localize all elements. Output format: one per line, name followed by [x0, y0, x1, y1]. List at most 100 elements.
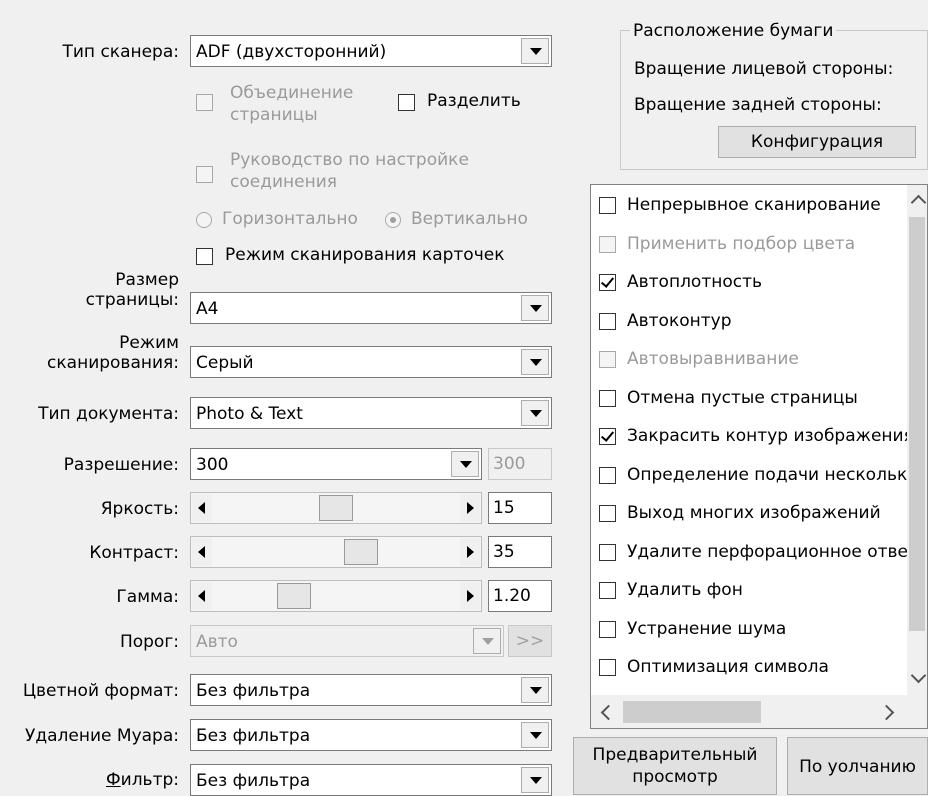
- option-checkbox[interactable]: [599, 274, 616, 291]
- moire-label: Удаление Муара:: [25, 726, 179, 746]
- chevron-down-icon[interactable]: [521, 677, 549, 703]
- connection-guide-checkbox[interactable]: [196, 166, 213, 183]
- horizontal-scrollbar[interactable]: [591, 695, 927, 728]
- brightness-slider[interactable]: [190, 492, 482, 524]
- option-label: Автоплотность: [627, 272, 763, 292]
- brightness-thumb[interactable]: [319, 495, 353, 521]
- option-checkbox[interactable]: [599, 389, 616, 407]
- gamma-slider[interactable]: [190, 580, 482, 612]
- merge-pages-checkbox[interactable]: [196, 94, 213, 111]
- filter-label: Фильтр:: [106, 770, 179, 790]
- option-label: Удалить фон: [627, 580, 743, 600]
- resolution-select[interactable]: 300: [190, 448, 482, 480]
- threshold-more-button[interactable]: >>: [508, 625, 552, 657]
- contrast-label: Контраст:: [89, 543, 179, 563]
- option-label: Удалите перфорационное отверстие: [627, 541, 928, 562]
- horizontal-label: Горизонтально: [222, 209, 358, 229]
- chevron-down-icon[interactable]: [521, 349, 549, 375]
- scroll-left-icon[interactable]: [192, 582, 212, 610]
- scroll-right-icon[interactable]: [460, 582, 480, 610]
- option-checkbox[interactable]: [599, 197, 616, 214]
- brightness-value[interactable]: 15: [488, 492, 552, 524]
- option-checkbox[interactable]: [599, 543, 616, 561]
- option-checkbox[interactable]: [599, 428, 616, 445]
- option-checkbox[interactable]: [599, 312, 616, 330]
- doc-type-select[interactable]: Photo & Text: [190, 397, 552, 429]
- scroll-left-icon[interactable]: [192, 538, 212, 566]
- option-checkbox[interactable]: [599, 466, 616, 484]
- option-label: Отмена пустые страницы: [627, 387, 858, 408]
- contrast-thumb[interactable]: [344, 539, 379, 565]
- chevron-down-icon[interactable]: [521, 400, 549, 426]
- option-label: Определение подачи нескольких: [627, 464, 928, 485]
- back-rotation-label: Вращение задней стороны:: [634, 95, 882, 115]
- color-format-label: Цветной формат:: [22, 681, 179, 701]
- contrast-slider[interactable]: [190, 536, 482, 568]
- option-label: Автоконтур: [627, 310, 732, 331]
- scan-mode-select[interactable]: Серый: [190, 346, 552, 378]
- horizontal-scroll-thumb[interactable]: [623, 701, 761, 723]
- scan-mode-label-1: Режим: [119, 333, 179, 353]
- scroll-left-icon[interactable]: [192, 494, 212, 522]
- filter-label-accel: Ф: [106, 770, 121, 790]
- scan-mode-value: Серый: [196, 353, 254, 373]
- chevron-down-icon[interactable]: [451, 451, 479, 477]
- option-label: Устранение шума: [627, 618, 787, 639]
- color-format-select[interactable]: Без фильтра: [190, 674, 552, 706]
- chevron-down-icon[interactable]: [521, 767, 549, 793]
- option-checkbox[interactable]: [599, 235, 616, 253]
- gamma-value[interactable]: 1.20: [488, 580, 552, 612]
- page-size-select[interactable]: A4: [190, 292, 552, 324]
- chevron-down-icon[interactable]: [521, 295, 549, 321]
- option-checkbox[interactable]: [599, 620, 616, 638]
- doc-type-label: Тип документа:: [38, 404, 179, 424]
- moire-value: Без фильтра: [196, 726, 311, 746]
- threshold-label: Порог:: [119, 632, 179, 652]
- scroll-right-icon[interactable]: [460, 538, 480, 566]
- color-format-value: Без фильтра: [196, 681, 311, 701]
- option-label: Оптимизация символа: [627, 657, 829, 677]
- scroll-right-icon[interactable]: [878, 704, 895, 721]
- filter-select[interactable]: Без фильтра: [190, 764, 552, 796]
- option-checkbox[interactable]: [599, 505, 616, 522]
- scanner-type-value: ADF (двухсторонний): [196, 42, 387, 62]
- option-checkbox[interactable]: [599, 659, 616, 676]
- vertical-scroll-thumb[interactable]: [909, 217, 925, 631]
- preview-label-2: просмотр: [632, 767, 718, 787]
- threshold-select[interactable]: Авто: [190, 625, 504, 657]
- chevron-down-icon[interactable]: [521, 722, 549, 748]
- gamma-thumb[interactable]: [276, 583, 311, 609]
- connection-guide-label: Руководство по настройке соединения: [230, 150, 469, 192]
- contrast-value[interactable]: 35: [488, 536, 552, 568]
- scroll-left-icon[interactable]: [600, 704, 617, 721]
- resolution-custom-field[interactable]: 300: [488, 448, 552, 480]
- merge-pages-label: Объединение страницы: [230, 83, 354, 125]
- split-checkbox[interactable]: [398, 94, 415, 111]
- vertical-scrollbar[interactable]: [907, 185, 927, 695]
- option-label: Закрасить контур изображения: [627, 426, 914, 446]
- paper-layout-title: Расположение бумаги: [630, 20, 837, 42]
- chevron-down-icon[interactable]: [473, 628, 501, 654]
- chevron-down-icon[interactable]: [521, 38, 549, 64]
- horizontal-radio[interactable]: [196, 212, 212, 228]
- configuration-button[interactable]: Конфигурация: [718, 126, 916, 158]
- scroll-up-icon[interactable]: [910, 194, 927, 211]
- option-label: Выход многих изображений: [627, 503, 881, 523]
- resolution-value: 300: [196, 455, 229, 475]
- page-size-label-2: страницы:: [85, 290, 179, 310]
- default-button[interactable]: По уолчанию: [787, 737, 928, 795]
- vertical-radio[interactable]: [385, 212, 401, 228]
- moire-select[interactable]: Без фильтра: [190, 719, 552, 751]
- options-list[interactable]: Непрерывное сканирование Применить подбор…: [590, 184, 928, 729]
- option-checkbox[interactable]: [599, 351, 616, 368]
- option-checkbox[interactable]: [599, 582, 616, 599]
- front-rotation-label: Вращение лицевой стороны:: [634, 59, 894, 79]
- scroll-right-icon[interactable]: [460, 494, 480, 522]
- gamma-label: Гамма:: [116, 587, 179, 607]
- scanner-type-select[interactable]: ADF (двухсторонний): [190, 35, 552, 67]
- filter-label-rest: ильтр:: [120, 770, 179, 790]
- preview-button[interactable]: Предварительный просмотр: [573, 737, 777, 795]
- scroll-down-icon[interactable]: [910, 667, 927, 684]
- vertical-label: Вертикально: [411, 209, 528, 229]
- card-mode-checkbox[interactable]: [196, 248, 213, 265]
